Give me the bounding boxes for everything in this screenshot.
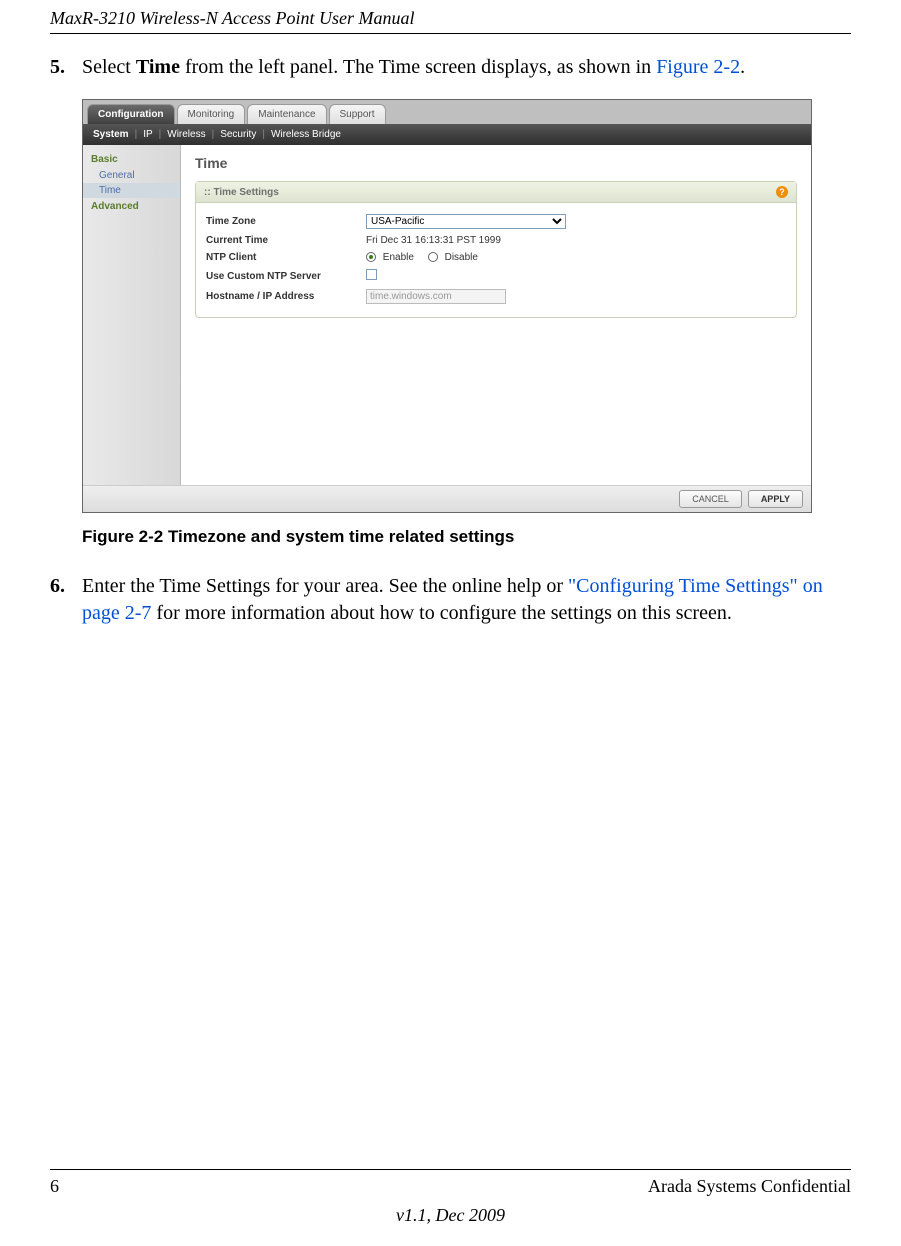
left-sidebar: Basic General Time Advanced [83,145,181,485]
step-5-post: from the left panel. The Time screen dis… [180,56,656,78]
time-settings-title: :: Time Settings [204,187,279,198]
subnav-ip[interactable]: IP [143,129,152,140]
time-settings-body: Time Zone USA-Pacific Current Time Fri D… [196,203,796,317]
sidebar-item-time[interactable]: Time [83,183,180,198]
subnav-system[interactable]: System [93,129,129,140]
header-rule [50,33,851,34]
main-panel: Time :: Time Settings ? Time Zone USA-Pa… [181,145,811,485]
figure-2-2-caption: Figure 2-2 Timezone and system time rela… [82,527,851,547]
current-time-value: Fri Dec 31 16:13:31 PST 1999 [366,235,786,246]
sep-icon: | [135,129,138,140]
hostname-label: Hostname / IP Address [206,291,366,302]
sidebar-item-general[interactable]: General [83,168,180,183]
tab-support[interactable]: Support [329,104,386,124]
row-timezone: Time Zone USA-Pacific [206,211,786,232]
row-custom-ntp: Use Custom NTP Server [206,266,786,286]
step-5-end: . [740,56,745,78]
custom-ntp-value [366,269,786,283]
step-6-text: Enter the Time Settings for your area. S… [82,573,851,627]
time-settings-header: :: Time Settings ? [196,182,796,203]
row-ntp-client: NTP Client Enable Disable [206,249,786,266]
content-row: Basic General Time Advanced Time :: Time… [83,145,811,485]
step-6-post: for more information about how to config… [151,602,731,624]
help-icon[interactable]: ? [776,186,788,198]
sep-icon: | [212,129,215,140]
tab-monitoring[interactable]: Monitoring [177,104,246,124]
current-time-label: Current Time [206,235,366,246]
time-settings-box: :: Time Settings ? Time Zone USA-Pacific [195,181,797,318]
page-title: Time [195,155,797,171]
step-5: 5. Select Time from the left panel. The … [50,54,851,81]
row-hostname: Hostname / IP Address [206,286,786,307]
footer-version: v1.1, Dec 2009 [50,1205,851,1226]
time-screen-screenshot: Configuration Monitoring Maintenance Sup… [82,99,812,513]
footer-rule [50,1169,851,1170]
timezone-value: USA-Pacific [366,214,786,229]
tab-maintenance[interactable]: Maintenance [247,104,326,124]
footer-row: 6 Arada Systems Confidential [50,1176,851,1197]
sub-nav: System | IP | Wireless | Security | Wire… [83,124,811,145]
hostname-value [366,289,786,304]
step-5-text: Select Time from the left panel. The Tim… [82,54,851,81]
ntp-client-value: Enable Disable [366,252,786,263]
document-header: MaxR-3210 Wireless-N Access Point User M… [50,0,851,33]
sidebar-advanced[interactable]: Advanced [83,198,180,215]
ntp-disable-label: Disable [445,252,478,263]
ntp-enable-label: Enable [383,252,414,263]
sep-icon: | [159,129,162,140]
top-tabs: Configuration Monitoring Maintenance Sup… [83,100,811,124]
ntp-disable-radio[interactable] [428,252,438,262]
row-current-time: Current Time Fri Dec 31 16:13:31 PST 199… [206,232,786,249]
subnav-wireless[interactable]: Wireless [167,129,205,140]
subnav-wireless-bridge[interactable]: Wireless Bridge [271,129,341,140]
apply-button[interactable]: APPLY [748,490,803,508]
step-5-bold: Time [136,56,180,78]
step-5-pre: Select [82,56,136,78]
ntp-client-label: NTP Client [206,252,366,263]
step-5-number: 5. [50,54,82,81]
sep-icon: | [262,129,265,140]
footer-confidential: Arada Systems Confidential [648,1176,851,1197]
button-row: CANCEL APPLY [83,485,811,512]
page-number: 6 [50,1176,59,1197]
subnav-security[interactable]: Security [220,129,256,140]
page-footer: 6 Arada Systems Confidential v1.1, Dec 2… [50,1169,851,1226]
step-6: 6. Enter the Time Settings for your area… [50,573,851,627]
custom-ntp-checkbox[interactable] [366,269,377,280]
cancel-button[interactable]: CANCEL [679,490,742,508]
screenshot-container: Configuration Monitoring Maintenance Sup… [82,99,851,513]
timezone-label: Time Zone [206,216,366,227]
step-6-pre: Enter the Time Settings for your area. S… [82,575,568,597]
hostname-input[interactable] [366,289,506,304]
sidebar-basic[interactable]: Basic [83,151,180,168]
ntp-enable-radio[interactable] [366,252,376,262]
tab-configuration[interactable]: Configuration [87,104,175,124]
custom-ntp-label: Use Custom NTP Server [206,271,366,282]
step-6-number: 6. [50,573,82,627]
timezone-select[interactable]: USA-Pacific [366,214,566,229]
figure-2-2-link[interactable]: Figure 2-2 [656,56,740,78]
